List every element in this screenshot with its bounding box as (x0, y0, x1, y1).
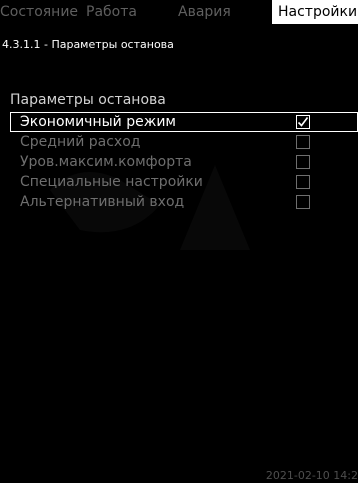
special-settings-checkbox[interactable] (296, 175, 310, 189)
option-special-settings[interactable]: Специальные настройки (10, 172, 358, 192)
average-flow-checkbox[interactable] (296, 135, 310, 149)
option-label: Уров.максим.комфорта (20, 154, 192, 170)
stop-parameters-list: Экономичный режим Средний расход Уров.ма… (10, 112, 358, 212)
tab-status[interactable]: Состояние (0, 0, 78, 24)
option-label: Специальные настройки (20, 174, 203, 190)
option-alternative-input[interactable]: Альтернативный вход (10, 192, 358, 212)
option-label: Экономичный режим (20, 114, 176, 130)
tab-operation[interactable]: Работа (86, 0, 137, 24)
section-title: Параметры останова (10, 92, 166, 108)
option-economy-mode[interactable]: Экономичный режим (10, 112, 358, 132)
alternative-input-checkbox[interactable] (296, 195, 310, 209)
tab-alarm[interactable]: Авария (178, 0, 231, 24)
breadcrumb: 4.3.1.1 - Параметры останова (2, 38, 174, 51)
controller-display: Состояние Работа Авария Настройки 4.3.1.… (0, 0, 358, 483)
tab-bar: Состояние Работа Авария Настройки (0, 0, 358, 24)
max-comfort-checkbox[interactable] (296, 155, 310, 169)
option-label: Средний расход (20, 134, 141, 150)
status-timestamp: 2021-02-10 14:2 (265, 469, 358, 482)
tab-settings[interactable]: Настройки (272, 0, 358, 24)
option-max-comfort[interactable]: Уров.максим.комфорта (10, 152, 358, 172)
economy-mode-checkbox[interactable] (296, 115, 310, 129)
option-average-flow[interactable]: Средний расход (10, 132, 358, 152)
option-label: Альтернативный вход (20, 194, 185, 210)
checkmark-icon (297, 117, 309, 127)
